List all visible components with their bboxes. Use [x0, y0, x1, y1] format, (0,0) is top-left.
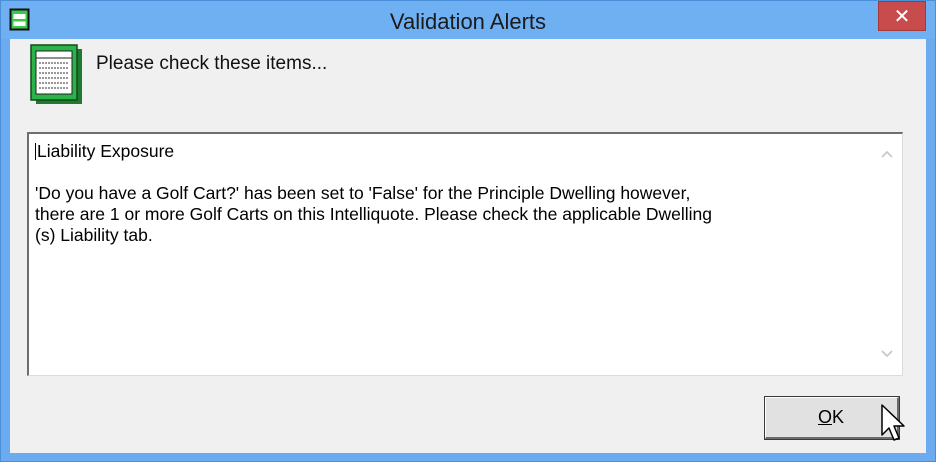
close-icon: ✕: [893, 4, 911, 28]
scroll-up-arrow-icon[interactable]: [879, 146, 895, 162]
header-message: Please check these items...: [96, 53, 328, 74]
document-list-icon: [30, 44, 82, 104]
message-textarea[interactable]: Liability Exposure 'Do you have a Golf C…: [27, 132, 903, 376]
ok-button-label: OK: [766, 407, 896, 428]
close-button[interactable]: ✕: [878, 1, 926, 31]
ok-mnemonic: O: [817, 407, 832, 427]
message-line: (s) Liability tab.: [35, 225, 153, 245]
ok-label-rest: K: [832, 407, 845, 427]
message-line: Liability Exposure: [35, 141, 865, 162]
message-line-text: Liability Exposure: [37, 141, 175, 161]
message-line: 'Do you have a Golf Cart?' has been set …: [35, 183, 691, 203]
message-content: Liability Exposure 'Do you have a Golf C…: [35, 141, 865, 246]
ok-button[interactable]: OK: [764, 396, 900, 440]
message-line: there are 1 or more Golf Carts on this I…: [35, 204, 713, 224]
title-bar[interactable]: Validation Alerts ✕: [1, 1, 935, 39]
scroll-down-arrow-icon[interactable]: [879, 346, 895, 362]
text-caret: [35, 143, 36, 160]
window-title: Validation Alerts: [389, 9, 547, 34]
message-line: [35, 162, 865, 183]
mouse-pointer-icon: [881, 404, 905, 441]
vertical-scrollbar[interactable]: [871, 134, 902, 375]
